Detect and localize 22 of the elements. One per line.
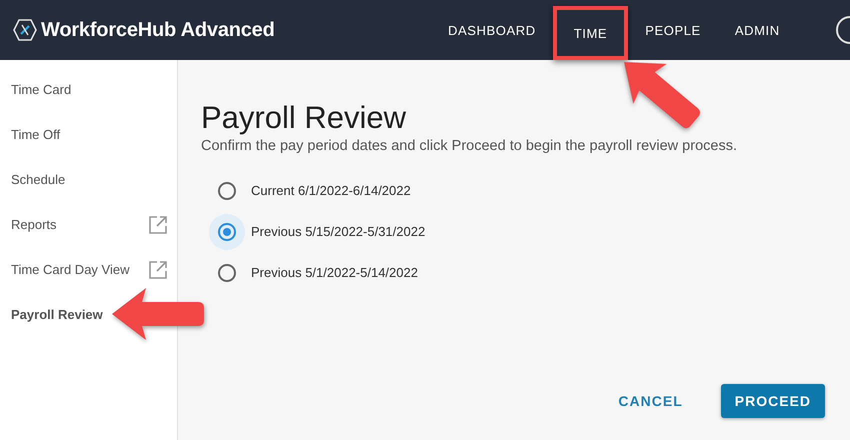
logo-icon: [13, 19, 37, 41]
nav-tab[interactable]: ADMIN: [718, 11, 797, 49]
sidebar-item[interactable]: Time Off: [11, 127, 60, 142]
nav-tab[interactable]: PEOPLE: [628, 11, 718, 49]
sidebar-item[interactable]: Time Card Day View: [11, 262, 130, 277]
radio-button[interactable]: [209, 214, 245, 250]
page-title: Payroll Review: [201, 100, 408, 136]
sidebar-item[interactable]: Payroll Review: [11, 307, 103, 322]
proceed-button[interactable]: PROCEED: [720, 384, 825, 418]
radio-option[interactable]: Current 6/1/2022-6/14/2022: [209, 170, 411, 211]
nav-tab[interactable]: TIME: [552, 6, 628, 60]
page-description: Confirm the pay period dates and click Proceed to begin the payroll review process.: [201, 138, 738, 154]
app-title: WorkforceHub Advanced: [41, 18, 275, 42]
external-link-icon[interactable]: [149, 216, 167, 234]
cancel-button[interactable]: CANCEL: [604, 384, 697, 418]
sidebar-item[interactable]: Schedule: [11, 172, 66, 187]
radio-option[interactable]: Previous 5/1/2022-5/14/2022: [209, 252, 418, 293]
sidebar-item[interactable]: Reports: [11, 217, 57, 232]
radio-option[interactable]: Previous 5/15/2022-5/31/2022: [209, 211, 426, 252]
nav-tab[interactable]: DASHBOARD: [431, 11, 553, 49]
external-link-icon[interactable]: [149, 260, 167, 278]
sidebar-item[interactable]: Time Card: [11, 82, 72, 97]
